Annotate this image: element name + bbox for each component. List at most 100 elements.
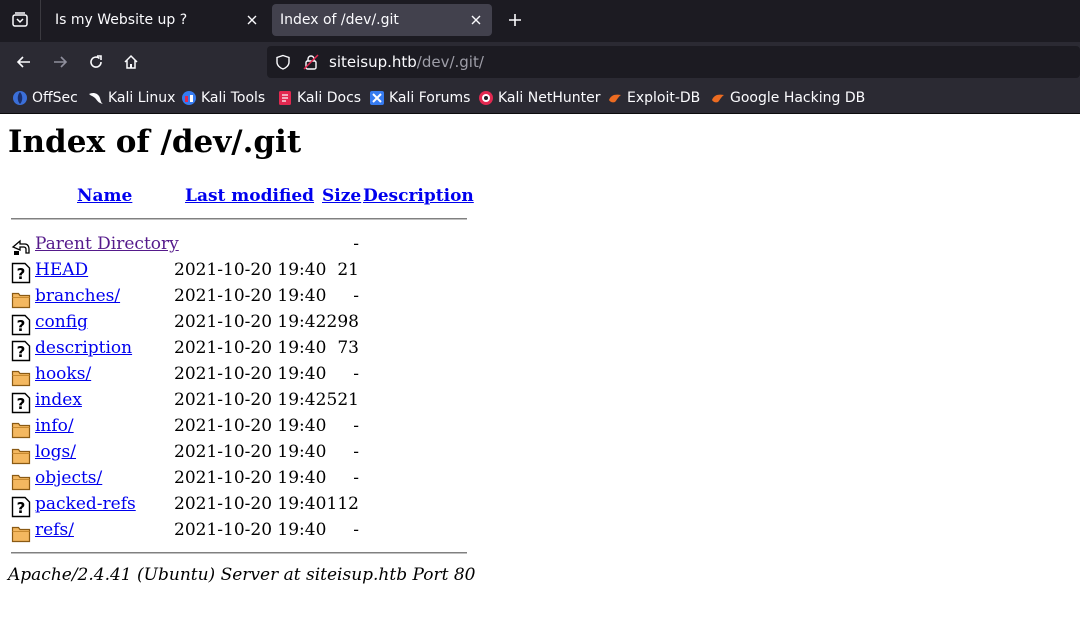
bookmark-kali-tools[interactable]: Kali Tools: [181, 89, 265, 107]
row-size: -: [353, 520, 359, 540]
forward-arrow-icon: [54, 56, 68, 68]
table-row: branches/ 2021-10-20 19:40 -: [0, 284, 480, 310]
bookmarks-toolbar: OffSec Kali Linux Kali Tools Kali Docs K…: [0, 82, 1080, 114]
row-date: 2021-10-20 19:40: [174, 468, 327, 488]
folder-link[interactable]: objects/: [35, 468, 102, 488]
row-size: 298: [326, 312, 359, 332]
svg-text:?: ?: [17, 499, 26, 517]
row-size: -: [353, 364, 359, 384]
list-all-tabs-button[interactable]: [0, 0, 40, 40]
tab-title: Index of /dev/.git: [280, 12, 399, 28]
bookmark-label: Kali Tools: [201, 90, 266, 106]
table-row: ? index 2021-10-20 19:42 521: [0, 388, 480, 414]
row-date: 2021-10-20 19:42: [174, 390, 327, 410]
row-size: -: [353, 286, 359, 306]
offsec-icon: [13, 91, 27, 105]
svg-text:?: ?: [17, 395, 26, 413]
svg-text:?: ?: [17, 265, 26, 283]
folder-link[interactable]: logs/: [35, 442, 76, 462]
home-button[interactable]: [119, 50, 143, 74]
page-content: Index of /dev/.git Name Last modified Si…: [0, 114, 1080, 635]
url-text[interactable]: siteisup.htb/dev/.git/: [329, 53, 484, 71]
row-date: 2021-10-20 19:40: [174, 364, 327, 384]
table-row: info/ 2021-10-20 19:40 -: [0, 414, 480, 440]
svg-text:?: ?: [17, 317, 26, 335]
table-divider-bottom: [11, 552, 467, 554]
server-signature: Apache/2.4.41 (Ubuntu) Server at siteisu…: [8, 565, 476, 585]
bookmark-offsec[interactable]: OffSec: [12, 89, 78, 107]
bookmark-kali-nethunter[interactable]: Kali NetHunter: [478, 89, 600, 107]
row-size: -: [353, 234, 359, 254]
table-row: ? description 2021-10-20 19:40 73: [0, 336, 480, 362]
reload-button[interactable]: [84, 50, 108, 74]
tracking-protection-shield-icon[interactable]: [275, 54, 291, 70]
bookmark-exploit-db[interactable]: Exploit-DB: [607, 89, 700, 107]
url-host: siteisup.htb: [329, 53, 417, 71]
back-button[interactable]: [12, 50, 36, 74]
close-tab-icon[interactable]: [468, 12, 484, 28]
new-tab-button[interactable]: [503, 8, 527, 32]
bookmark-kali-linux[interactable]: Kali Linux: [88, 89, 175, 107]
tab-list-icon: [12, 12, 28, 27]
parent-directory-link[interactable]: Parent Directory: [35, 234, 179, 254]
back-icon: [11, 239, 30, 255]
row-size: -: [353, 442, 359, 462]
table-row: hooks/ 2021-10-20 19:40 -: [0, 362, 480, 388]
kali-tools-icon: [182, 91, 196, 105]
exploit-db-icon: [712, 94, 724, 103]
reload-icon: [90, 55, 102, 68]
bookmark-label: Kali NetHunter: [498, 90, 601, 106]
file-link[interactable]: config: [35, 312, 88, 332]
row-date: 2021-10-20 19:40: [174, 338, 327, 358]
row-size: 73: [337, 338, 359, 358]
navigation-toolbar: siteisup.htb/dev/.git/: [0, 42, 1080, 82]
bookmark-label: Kali Forums: [389, 90, 471, 106]
address-bar[interactable]: siteisup.htb/dev/.git/: [267, 46, 1080, 78]
folder-icon: [11, 448, 31, 465]
tab-bar: Is my Website up ? Index of /dev/.git: [0, 0, 1080, 42]
folder-link[interactable]: refs/: [35, 520, 74, 540]
unknown-file-icon: ?: [11, 314, 31, 336]
page-title: Index of /dev/.git: [8, 124, 302, 160]
file-link[interactable]: description: [35, 338, 132, 358]
row-size: 112: [326, 494, 359, 514]
row-size: 521: [326, 390, 359, 410]
svg-text:?: ?: [17, 343, 26, 361]
file-link[interactable]: HEAD: [35, 260, 88, 280]
bookmark-label: Kali Linux: [108, 90, 176, 106]
bookmark-kali-docs[interactable]: Kali Docs: [277, 89, 361, 107]
file-link[interactable]: index: [35, 390, 82, 410]
unknown-file-icon: ?: [11, 392, 31, 414]
folder-icon: [11, 422, 31, 439]
folder-icon: [11, 526, 31, 543]
file-link[interactable]: packed-refs: [35, 494, 136, 514]
plus-icon: [509, 14, 521, 26]
folder-link[interactable]: info/: [35, 416, 74, 436]
column-header-description[interactable]: Description: [363, 186, 474, 206]
row-date: 2021-10-20 19:40: [174, 442, 327, 462]
column-header-size[interactable]: Size: [322, 186, 361, 206]
kali-dragon-icon: [89, 92, 103, 104]
insecure-connection-lock-icon[interactable]: [303, 54, 319, 70]
row-date: 2021-10-20 19:40: [174, 520, 327, 540]
folder-link[interactable]: hooks/: [35, 364, 91, 384]
tab-index-of-dev-git[interactable]: Index of /dev/.git: [272, 4, 492, 36]
table-row: refs/ 2021-10-20 19:40 -: [0, 518, 480, 544]
column-header-name[interactable]: Name: [77, 186, 132, 206]
column-header-last-modified[interactable]: Last modified: [185, 186, 314, 206]
kali-forums-icon: [370, 91, 384, 105]
row-date: 2021-10-20 19:40: [174, 416, 327, 436]
bookmark-label: OffSec: [32, 90, 78, 106]
forward-button[interactable]: [48, 50, 72, 74]
row-size: -: [353, 468, 359, 488]
close-tab-icon[interactable]: [244, 12, 260, 28]
row-date: 2021-10-20 19:42: [174, 312, 327, 332]
bookmark-google-hacking-db[interactable]: Google Hacking DB: [710, 89, 865, 107]
tab-is-my-website-up[interactable]: Is my Website up ?: [42, 4, 268, 36]
bookmark-kali-forums[interactable]: Kali Forums: [369, 89, 470, 107]
folder-link[interactable]: branches/: [35, 286, 120, 306]
unknown-file-icon: ?: [11, 496, 31, 518]
unknown-file-icon: ?: [11, 340, 31, 362]
table-row: ? packed-refs 2021-10-20 19:40 112: [0, 492, 480, 518]
table-row: Parent Directory -: [0, 232, 480, 258]
